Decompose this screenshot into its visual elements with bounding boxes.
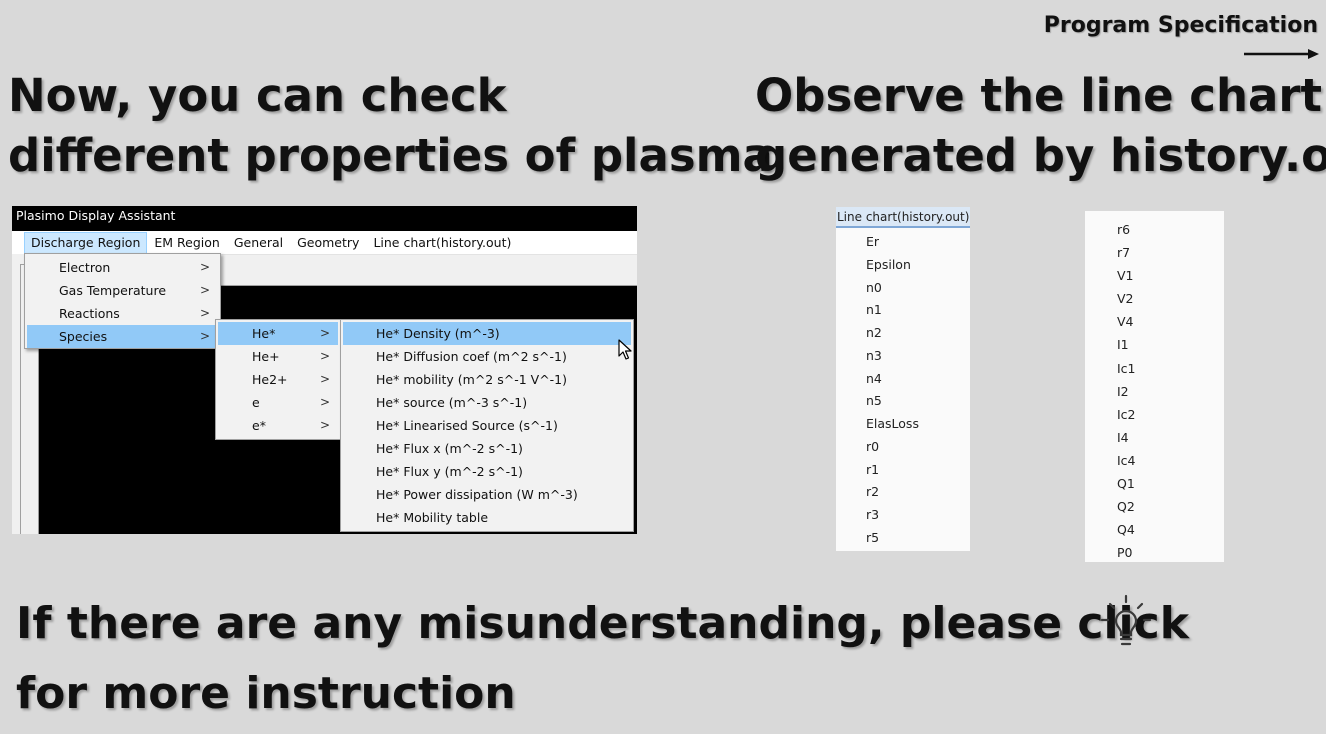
chevron-right-icon: >	[199, 260, 210, 274]
menu-item-electron[interactable]: Electron >	[27, 256, 218, 279]
chevron-right-icon: >	[319, 395, 330, 409]
chevron-right-icon: >	[199, 283, 210, 297]
program-specification-link[interactable]: Program Specification	[1044, 12, 1318, 40]
list-item[interactable]: Q4	[1085, 518, 1224, 541]
menu-item-label: Species	[59, 329, 108, 344]
list-item[interactable]: r3	[836, 504, 970, 527]
list-item[interactable]: V2	[1085, 287, 1224, 310]
app-screenshot: Plasimo Display Assistant Discharge Regi…	[12, 206, 637, 534]
left-heading: Now, you can check different properties …	[8, 66, 773, 186]
chevron-right-icon: >	[199, 306, 210, 320]
menu-item-e[interactable]: e >	[218, 391, 338, 414]
menu-item-he-linearised-source[interactable]: He* Linearised Source (s^-1)	[343, 414, 631, 437]
list-item[interactable]: I4	[1085, 426, 1224, 449]
menu-item-reactions[interactable]: Reactions >	[27, 302, 218, 325]
menu-item-label: Gas Temperature	[59, 283, 167, 298]
menu-item-species[interactable]: Species >	[27, 325, 218, 348]
left-heading-line1: Now, you can check	[8, 69, 507, 122]
menu-item-label: e	[252, 395, 260, 410]
menu-item-he-flux-y[interactable]: He* Flux y (m^-2 s^-1)	[343, 460, 631, 483]
list-item[interactable]: r7	[1085, 241, 1224, 264]
he-star-property-dropdown: He* Density (m^-3) He* Diffusion coef (m…	[340, 319, 634, 532]
left-heading-line2: different properties of plasma	[8, 129, 773, 182]
menu-discharge-region[interactable]: Discharge Region	[24, 231, 148, 254]
chevron-right-icon: >	[319, 372, 330, 386]
menu-em-region[interactable]: EM Region	[147, 232, 226, 254]
list-item[interactable]: V1	[1085, 264, 1224, 287]
menu-item-label: He+	[252, 349, 280, 364]
right-heading-line1: Observe the line chart	[755, 69, 1323, 122]
list-item[interactable]: Ic2	[1085, 403, 1224, 426]
list-item[interactable]: P0	[1085, 541, 1224, 564]
history-items: Er Epsilon n0 n1 n2 n3 n4 n5 ElasLoss r0…	[836, 231, 970, 550]
menu-geometry[interactable]: Geometry	[290, 232, 366, 254]
arrow-right-icon[interactable]	[1244, 46, 1320, 62]
menu-general[interactable]: General	[227, 232, 290, 254]
list-item[interactable]: n5	[836, 390, 970, 413]
footer-line1: If there are any misunderstanding, pleas…	[16, 598, 1189, 649]
right-heading: Observe the line chart generated by hist…	[755, 66, 1326, 186]
menu-item-label: He2+	[252, 372, 288, 387]
list-item[interactable]: r2	[836, 481, 970, 504]
menu-item-he-flux-x[interactable]: He* Flux x (m^-2 s^-1)	[343, 437, 631, 460]
menu-item-he-mobility[interactable]: He* mobility (m^2 s^-1 V^-1)	[343, 368, 631, 391]
chevron-right-icon: >	[319, 418, 330, 432]
list-item[interactable]: r1	[836, 459, 970, 482]
list-item[interactable]: n0	[836, 277, 970, 300]
app-title-bar: Plasimo Display Assistant	[12, 206, 637, 231]
chevron-right-icon: >	[319, 349, 330, 363]
list-item[interactable]: Q2	[1085, 495, 1224, 518]
menu-item-he-power-dissipation[interactable]: He* Power dissipation (W m^-3)	[343, 483, 631, 506]
menu-line-chart[interactable]: Line chart(history.out)	[366, 232, 518, 254]
list-item[interactable]: I1	[1085, 333, 1224, 356]
lightbulb-icon[interactable]	[1096, 594, 1156, 652]
menu-item-e-star[interactable]: e* >	[218, 414, 338, 437]
list-item[interactable]: Ic4	[1085, 449, 1224, 472]
list-item[interactable]: Er	[836, 231, 970, 254]
history-variable-list: Line chart(history.out) Er Epsilon n0 n1…	[836, 207, 970, 551]
list-item[interactable]: Epsilon	[836, 254, 970, 277]
footer-line2: for more instruction	[16, 668, 516, 719]
chevron-right-icon: >	[199, 329, 210, 343]
menu-item-he-plus[interactable]: He+ >	[218, 345, 338, 368]
menu-item-he-star[interactable]: He* >	[218, 322, 338, 345]
menu-item-gas-temperature[interactable]: Gas Temperature >	[27, 279, 218, 302]
history-panel-header[interactable]: Line chart(history.out)	[836, 207, 970, 228]
list-item[interactable]: n4	[836, 368, 970, 391]
menu-item-label: He*	[252, 326, 276, 341]
variables-items: r6 r7 V1 V2 V4 I1 Ic1 I2 Ic2 I4 Ic4 Q1 Q…	[1085, 218, 1224, 564]
list-item[interactable]: ElasLoss	[836, 413, 970, 436]
menu-item-label: e*	[252, 418, 266, 433]
list-item[interactable]: n2	[836, 322, 970, 345]
right-heading-line2: generated by history.out	[755, 129, 1326, 182]
chevron-right-icon: >	[319, 326, 330, 340]
menu-item-label: Electron	[59, 260, 111, 275]
species-dropdown: He* > He+ > He2+ > e > e* >	[215, 319, 341, 440]
list-item[interactable]: Ic1	[1085, 357, 1224, 380]
mouse-pointer-icon	[618, 339, 632, 360]
list-item[interactable]: n1	[836, 299, 970, 322]
list-item[interactable]: n3	[836, 345, 970, 368]
app-menubar: Discharge Region EM Region General Geome…	[12, 231, 637, 254]
menu-item-label: Reactions	[59, 306, 120, 321]
list-item[interactable]: Q1	[1085, 472, 1224, 495]
list-item[interactable]: r0	[836, 436, 970, 459]
menu-item-he2-plus[interactable]: He2+ >	[218, 368, 338, 391]
list-item[interactable]: I2	[1085, 380, 1224, 403]
discharge-region-dropdown: Electron > Gas Temperature > Reactions > Sp…	[24, 253, 221, 349]
menu-item-he-mobility-table[interactable]: He* Mobility table	[343, 506, 631, 529]
menu-item-he-density[interactable]: He* Density (m^-3)	[343, 322, 631, 345]
history-variable-list-continued: r6 r7 V1 V2 V4 I1 Ic1 I2 Ic2 I4 Ic4 Q1 Q…	[1085, 211, 1224, 562]
menu-item-he-diffusion-coef[interactable]: He* Diffusion coef (m^2 s^-1)	[343, 345, 631, 368]
list-item[interactable]: r6	[1085, 218, 1224, 241]
list-item[interactable]: r5	[836, 527, 970, 550]
list-item[interactable]: V4	[1085, 310, 1224, 333]
menu-item-he-source[interactable]: He* source (m^-3 s^-1)	[343, 391, 631, 414]
